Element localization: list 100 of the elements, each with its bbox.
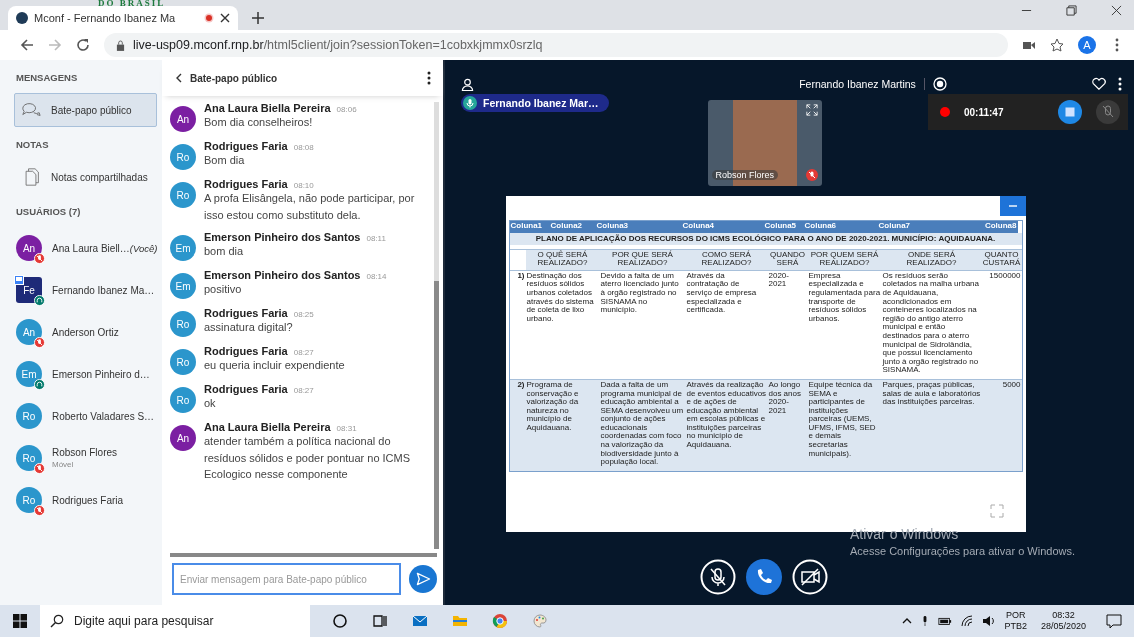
windows-logo-icon[interactable]: [12, 613, 28, 629]
table-cell: Devido a falta de um aterro licenciado junto à orgão registrado no SISNAMA no município.: [599, 269, 686, 379]
user-avatar: Ro: [170, 182, 196, 208]
column-header: Coluna6: [803, 221, 878, 233]
message-time: 08:27: [293, 348, 314, 357]
message-text: Bom dia conselheiros!: [204, 115, 314, 130]
phone-icon[interactable]: [745, 559, 782, 595]
notification-icon[interactable]: [1106, 613, 1122, 629]
search-icon: [50, 614, 64, 628]
folder-icon[interactable]: [452, 613, 468, 629]
cortana-circle-icon[interactable]: [332, 613, 348, 629]
more-vertical-icon[interactable]: [1118, 77, 1122, 91]
user-avatar: An: [16, 319, 42, 345]
public-chat-item[interactable]: Bate-papo público: [14, 93, 157, 127]
message-time: 08:27: [293, 386, 314, 395]
input-language[interactable]: POR: [1005, 610, 1026, 621]
send-icon[interactable]: [409, 565, 437, 593]
presenter-screen-icon: [14, 275, 24, 285]
task-view-icon[interactable]: [372, 613, 388, 629]
table-header: COMO SERÁ REALIZADO?: [685, 248, 768, 270]
table-cell: Através da realização de eventos educativos e de ações de educação ambiental em escolas públicas e instituições parceiras no município de Aquidauana.: [685, 378, 768, 471]
user-list-item[interactable]: Ro Robson Flores Móvel: [16, 437, 157, 479]
activation-text: Acesse Configurações para ativar o Windows.: [850, 545, 1075, 557]
restore-icon[interactable]: [1066, 4, 1077, 16]
sender-name: Rodrigues Faria: [204, 383, 288, 395]
taskbar-search-field[interactable]: Digite aqui para pesquisar: [40, 605, 310, 637]
lock-icon: [116, 39, 125, 51]
sender-name: Rodrigues Faria: [204, 140, 288, 152]
user-list-item[interactable]: Ro Roberto Valadares S…: [16, 395, 157, 437]
sender-name: Rodrigues Faria: [204, 307, 288, 319]
sender-name: Emerson Pinheiro dos Santos: [204, 231, 361, 243]
banner-logo-text: DO BRASIL: [98, 0, 166, 8]
clock-time[interactable]: 08:32: [1052, 610, 1075, 621]
keyboard-layout[interactable]: PTB2: [1004, 621, 1027, 632]
user-name: Rodrigues Faria: [52, 494, 124, 506]
table-cell: Equipe técnica da SEMA e participantes de instituições parceiras (UEMS, UFMS, IFMS, SED e demais secretarias municipais).: [807, 378, 882, 471]
sender-name: Ana Laura Biella Pereira: [204, 421, 331, 433]
table-cell: 2): [509, 378, 526, 471]
back-arrow-icon[interactable]: [20, 38, 34, 52]
table-header: POR QUE SERÁ REALIZADO?: [599, 248, 686, 270]
speaker-icon[interactable]: [982, 614, 997, 628]
message-text: A profa Elisângela, não pode participar, por isso estou como substituto dela.: [204, 191, 416, 223]
user-name: Anderson Ortiz: [52, 326, 119, 338]
browser-tab[interactable]: Mconf - Fernando Ibanez Ma: [8, 6, 238, 30]
user-list-item[interactable]: Em Emerson Pinheiro d…: [16, 353, 157, 395]
message-text: positivo: [204, 282, 243, 297]
shared-notes-item[interactable]: Notas compartilhadas: [14, 160, 157, 194]
column-header: Coluna8: [977, 221, 1018, 233]
heart-icon[interactable]: [1092, 77, 1106, 91]
wifi-icon[interactable]: [960, 614, 975, 628]
star-icon[interactable]: [1050, 38, 1064, 52]
table-header: QUANDO SERÁ: [767, 248, 808, 270]
table-cell: Destinação dos resíduos sólidos urbanos coletados através do sistema de coleta de lixo urbano.: [525, 269, 600, 379]
table-cell: Através da contratação de serviço de empresa especializada e certificada.: [685, 269, 768, 379]
user-list-item[interactable]: An Ana Laura Biell…(Você): [16, 227, 157, 269]
table-header: O QUÊ SERÁ REALIZADO?: [525, 248, 600, 270]
muted-microphone-icon[interactable]: [699, 559, 736, 595]
reload-icon[interactable]: [76, 38, 90, 52]
column-header: Coluna7: [877, 221, 978, 233]
user-list-item[interactable]: An Anderson Ortiz: [16, 311, 157, 353]
minimize-icon[interactable]: [999, 196, 1026, 216]
message-time: 08:11: [366, 234, 386, 243]
browser-icon[interactable]: [492, 613, 508, 629]
table-cell: 2020-2021: [767, 269, 808, 379]
new-tab-icon[interactable]: [252, 12, 264, 24]
user-avatar: Ro: [16, 445, 42, 471]
user-list-item[interactable]: Ro Rodrigues Faria: [16, 479, 157, 521]
user-avatar: Ro: [170, 311, 196, 337]
user-avatar: An: [16, 235, 42, 261]
user-icon[interactable]: [461, 77, 474, 91]
message-time: 08:14: [366, 272, 387, 281]
webcam-name: Robson Flores: [711, 170, 779, 180]
mail-icon[interactable]: [412, 613, 428, 629]
table-cell: 1): [509, 269, 526, 379]
address-bar[interactable]: live-usp09.mconf.rnp.br/html5client/join?sessionToken=1cobxkjmmx0srzlq: [104, 33, 1008, 57]
message-time: 08:06: [336, 105, 357, 114]
chevron-up-icon[interactable]: [902, 616, 913, 626]
close-icon[interactable]: [1111, 4, 1122, 16]
site-favicon-icon: [16, 12, 28, 24]
back-chevron-icon[interactable]: [174, 73, 184, 83]
user-avatar: Em: [170, 273, 196, 299]
record-icon[interactable]: [932, 77, 947, 91]
search-placeholder: Digite aqui para pesquisar: [74, 614, 214, 628]
close-icon[interactable]: [220, 13, 230, 23]
column-header: Coluna1: [509, 221, 550, 233]
camera-off-icon[interactable]: [791, 559, 828, 595]
user-name: Emerson Pinheiro d…: [52, 368, 150, 380]
sender-name: Ana Laura Biella Pereira: [204, 102, 331, 114]
stop-icon[interactable]: [1058, 100, 1082, 124]
user-avatar: Ro: [170, 387, 196, 413]
meeting-title: Fernando Ibanez Martins: [799, 78, 916, 90]
clock-date[interactable]: 28/05/2020: [1040, 621, 1086, 632]
table-header: POR QUEM SERÁ REALIZADO?: [807, 248, 882, 270]
section-heading: NOTAS: [16, 139, 50, 150]
message-input-field[interactable]: Enviar mensagem para Bate-papo público: [172, 563, 401, 595]
user-list-item[interactable]: Fe Fernando Ibanez Ma…: [16, 269, 157, 311]
user-avatar: An: [170, 425, 196, 451]
profile-avatar[interactable]: A: [1078, 36, 1096, 54]
more-vertical-icon[interactable]: [427, 71, 431, 85]
scrollbar[interactable]: [434, 102, 439, 549]
